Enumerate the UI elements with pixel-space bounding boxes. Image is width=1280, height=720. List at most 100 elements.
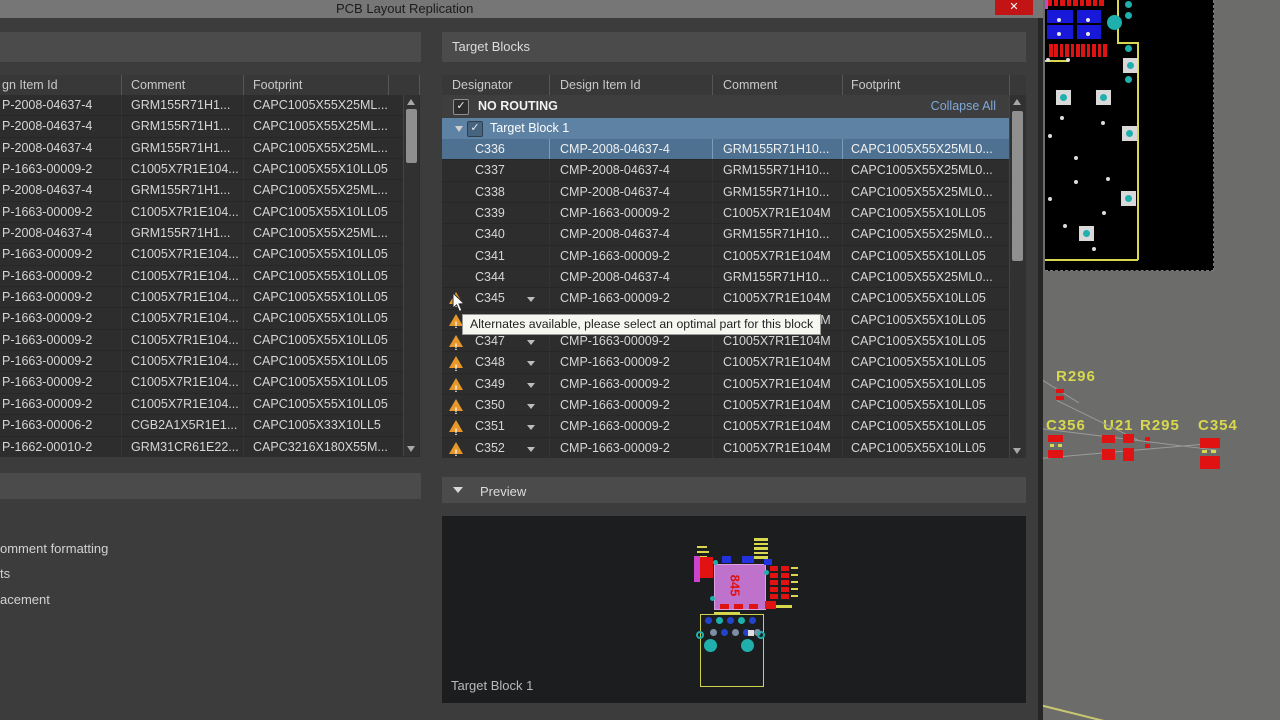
table-row-c348[interactable]: C348CMP-1663-00009-2C1005X7R1E104MCAPC10… <box>442 352 1010 373</box>
design-item-id-cell[interactable]: CMP-2008-04637-4 <box>550 267 713 287</box>
col-design-item-id[interactable]: gn Item Id <box>0 75 122 95</box>
alternates-dropdown-icon[interactable] <box>527 383 535 388</box>
cell[interactable]: P-2008-04637-4 <box>0 116 122 136</box>
designator-cell[interactable]: C344 <box>442 267 550 287</box>
cell[interactable]: C1005X7R1E104... <box>122 308 244 328</box>
scroll-down-icon[interactable] <box>407 446 415 452</box>
design-item-id-cell[interactable]: CMP-2008-04637-4 <box>550 224 713 244</box>
table-row-c339[interactable]: C339CMP-1663-00009-2C1005X7R1E104MCAPC10… <box>442 203 1010 224</box>
cell[interactable]: P-1663-00009-2 <box>0 266 122 286</box>
table-row[interactable]: P-1662-00010-2GRM31CR61E22...CAPC3216X18… <box>0 437 404 458</box>
designator-cell[interactable]: C348 <box>442 352 550 372</box>
col-design-item-id[interactable]: Design Item Id <box>550 75 713 95</box>
cell[interactable]: P-1663-00009-2 <box>0 308 122 328</box>
option-comment-formatting[interactable]: omment formatting <box>0 541 108 556</box>
designator-cell[interactable]: C339 <box>442 203 550 223</box>
design-item-id-cell[interactable]: CMP-1663-00009-2 <box>550 288 713 308</box>
table-row-c344[interactable]: C344CMP-2008-04637-4GRM155R71H10...CAPC1… <box>442 267 1010 288</box>
comment-cell[interactable]: GRM155R71H10... <box>713 267 843 287</box>
scroll-down-icon[interactable] <box>1013 448 1021 454</box>
cell[interactable]: P-1663-00009-2 <box>0 244 122 264</box>
table-row[interactable]: P-1663-00009-2C1005X7R1E104...CAPC1005X5… <box>0 351 404 372</box>
designator-cell[interactable]: C352 <box>442 438 550 458</box>
comment-cell[interactable]: C1005X7R1E104M <box>713 246 843 266</box>
cell[interactable]: CAPC1005X55X10LL05 <box>244 287 404 307</box>
table-row[interactable]: P-2008-04637-4GRM155R71H1...CAPC1005X55X… <box>0 180 404 201</box>
cell[interactable]: CAPC1005X55X10LL05 <box>244 372 404 392</box>
no-routing-checkbox[interactable] <box>453 99 469 115</box>
footprint-cell[interactable]: CAPC1005X55X10LL05 <box>843 203 1010 223</box>
cell[interactable]: CAPC1005X55X10LL05 <box>244 159 404 179</box>
comment-cell[interactable]: GRM155R71H10... <box>713 224 843 244</box>
design-item-id-cell[interactable]: CMP-2008-04637-4 <box>550 139 713 159</box>
design-item-id-cell[interactable]: CMP-2008-04637-4 <box>550 160 713 180</box>
comment-cell[interactable]: GRM155R71H10... <box>713 160 843 180</box>
preview-canvas[interactable]: 845 Target Block 1 <box>442 516 1026 703</box>
comment-cell[interactable]: C1005X7R1E104M <box>713 395 843 415</box>
table-row[interactable]: P-2008-04637-4GRM155R71H1...CAPC1005X55X… <box>0 223 404 244</box>
comment-cell[interactable]: C1005X7R1E104M <box>713 416 843 436</box>
cell[interactable]: P-2008-04637-4 <box>0 180 122 200</box>
design-item-id-cell[interactable]: CMP-1663-00009-2 <box>550 416 713 436</box>
table-row[interactable]: P-1663-00009-2C1005X7R1E104...CAPC1005X5… <box>0 308 404 329</box>
close-button[interactable]: ✕ <box>995 0 1033 15</box>
cell[interactable]: C1005X7R1E104... <box>122 266 244 286</box>
footprint-cell[interactable]: CAPC1005X55X25ML0... <box>843 182 1010 202</box>
footprint-cell[interactable]: CAPC1005X55X10LL05 <box>843 395 1010 415</box>
table-row[interactable]: P-1663-00009-2C1005X7R1E104...CAPC1005X5… <box>0 372 404 393</box>
comment-cell[interactable]: GRM155R71H10... <box>713 182 843 202</box>
footprint-cell[interactable]: CAPC1005X55X10LL05 <box>843 416 1010 436</box>
option-placement[interactable]: acement <box>0 592 50 607</box>
table-row[interactable]: P-1663-00009-2C1005X7R1E104...CAPC1005X5… <box>0 266 404 287</box>
cell[interactable]: GRM155R71H1... <box>122 95 244 115</box>
designator-cell[interactable]: C351 <box>442 416 550 436</box>
scrollbar-thumb[interactable] <box>1012 111 1023 261</box>
table-row-c345[interactable]: C345CMP-1663-00009-2C1005X7R1E104MCAPC10… <box>442 288 1010 309</box>
cell[interactable]: CAPC1005X55X10LL05 <box>244 394 404 414</box>
table-row[interactable]: P-1663-00009-2C1005X7R1E104...CAPC1005X5… <box>0 330 404 351</box>
designator-cell[interactable]: C338 <box>442 182 550 202</box>
block-row-target-block-1[interactable]: Target Block 1 <box>442 118 1010 139</box>
cell[interactable]: CAPC1005X55X25ML... <box>244 95 404 115</box>
preview-section-header[interactable]: Preview <box>442 477 1026 503</box>
design-item-id-cell[interactable]: CMP-1663-00009-2 <box>550 352 713 372</box>
table-row-c341[interactable]: C341CMP-1663-00009-2C1005X7R1E104MCAPC10… <box>442 246 1010 267</box>
cell[interactable]: CAPC1005X55X10LL05 <box>244 351 404 371</box>
cell[interactable]: C1005X7R1E104... <box>122 330 244 350</box>
table-row[interactable]: P-1663-00009-2C1005X7R1E104...CAPC1005X5… <box>0 394 404 415</box>
table-row[interactable]: P-2008-04637-4GRM155R71H1...CAPC1005X55X… <box>0 138 404 159</box>
cell[interactable]: CAPC1005X55X25ML... <box>244 180 404 200</box>
collapse-chevron-icon[interactable] <box>455 126 463 132</box>
comment-cell[interactable]: C1005X7R1E104M <box>713 352 843 372</box>
cell[interactable]: P-1663-00009-2 <box>0 351 122 371</box>
collapse-all-link[interactable]: Collapse All <box>931 99 996 113</box>
cell[interactable]: GRM31CR61E22... <box>122 437 244 457</box>
scroll-up-icon[interactable] <box>1013 99 1021 105</box>
cell[interactable]: CAPC1005X55X25ML... <box>244 223 404 243</box>
designator-cell[interactable]: C350 <box>442 395 550 415</box>
table-row-c350[interactable]: C350CMP-1663-00009-2C1005X7R1E104MCAPC10… <box>442 395 1010 416</box>
footprint-cell[interactable]: CAPC1005X55X25ML0... <box>843 267 1010 287</box>
cell[interactable]: P-1663-00006-2 <box>0 415 122 435</box>
cell[interactable]: CAPC1005X55X10LL05 <box>244 330 404 350</box>
design-item-id-cell[interactable]: CMP-1663-00009-2 <box>550 203 713 223</box>
alternates-dropdown-icon[interactable] <box>527 361 535 366</box>
footprint-cell[interactable]: CAPC1005X55X25ML0... <box>843 224 1010 244</box>
footprint-cell[interactable]: CAPC1005X55X25ML0... <box>843 139 1010 159</box>
table-row[interactable]: P-1663-00006-2CGB2A1X5R1E1...CAPC1005X33… <box>0 415 404 436</box>
cell[interactable]: CAPC1005X55X25ML... <box>244 138 404 158</box>
design-item-id-cell[interactable]: CMP-1663-00009-2 <box>550 395 713 415</box>
footprint-cell[interactable]: CAPC1005X55X10LL05 <box>843 288 1010 308</box>
cell[interactable]: CAPC1005X33X10LL5 <box>244 415 404 435</box>
cell[interactable]: P-2008-04637-4 <box>0 223 122 243</box>
footprint-cell[interactable]: CAPC1005X55X25ML0... <box>843 160 1010 180</box>
option-nets[interactable]: ts <box>0 566 10 581</box>
table-row-c349[interactable]: C349CMP-1663-00009-2C1005X7R1E104MCAPC10… <box>442 374 1010 395</box>
designator-cell[interactable]: C341 <box>442 246 550 266</box>
cell[interactable]: C1005X7R1E104... <box>122 244 244 264</box>
comment-cell[interactable]: GRM155R71H10... <box>713 139 843 159</box>
dialog-titlebar[interactable]: PCB Layout Replication ✕ <box>0 0 1043 18</box>
col-designator[interactable]: Designator <box>442 75 550 95</box>
cell[interactable]: P-1663-00009-2 <box>0 330 122 350</box>
cell[interactable]: P-2008-04637-4 <box>0 95 122 115</box>
